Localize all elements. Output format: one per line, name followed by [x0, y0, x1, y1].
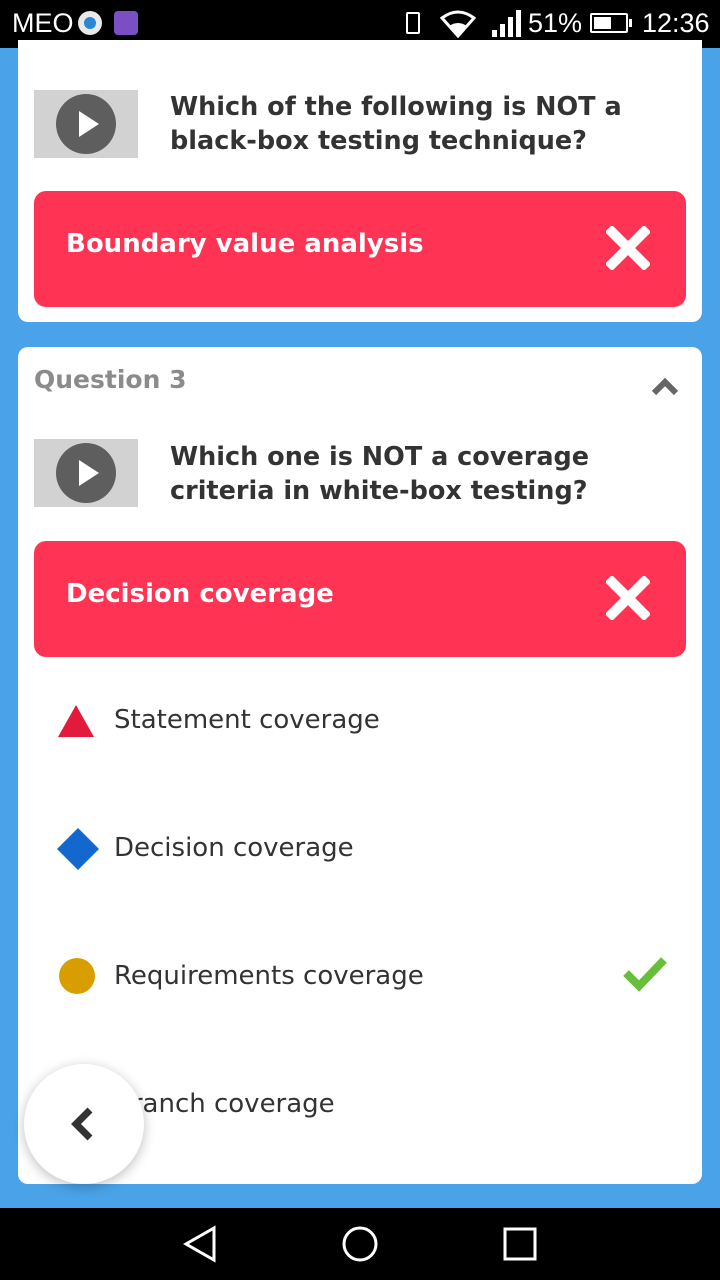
vibrate-icon	[406, 12, 420, 34]
app-notification-icon	[114, 11, 138, 35]
answer-option: Decision coverage	[48, 819, 678, 879]
answer-option: Statement coverage	[48, 691, 678, 751]
back-button[interactable]	[24, 1064, 144, 1184]
carrier-name: MEO	[12, 8, 74, 38]
circle-icon	[59, 958, 95, 994]
user-answer-text: Decision coverage	[66, 579, 334, 609]
clock: 12:36	[642, 8, 710, 38]
question-number-label: Question 3	[34, 365, 187, 394]
question-text: Which of the following is NOT a black-bo…	[170, 92, 622, 156]
triangle-icon	[58, 705, 94, 737]
navigation-bar	[0, 1208, 720, 1280]
battery-percentage: 51%	[528, 8, 583, 38]
app-notification-icon	[78, 11, 102, 35]
play-icon[interactable]	[56, 94, 116, 154]
nav-recents-icon[interactable]	[500, 1224, 540, 1264]
answer-option: Requirements coverage	[48, 947, 678, 1007]
chevron-left-icon	[71, 1107, 93, 1141]
question-media[interactable]	[34, 90, 138, 158]
play-icon[interactable]	[56, 443, 116, 503]
user-answer-box: Boundary value analysis	[34, 191, 686, 307]
wrong-x-icon	[606, 226, 650, 270]
option-label: Statement coverage	[114, 705, 380, 735]
nav-back-icon[interactable]	[180, 1224, 220, 1264]
question-text: Which one is NOT a coverage criteria in …	[170, 442, 590, 506]
wifi-icon	[440, 10, 476, 38]
question-card: Which of the following is NOT a black-bo…	[18, 40, 702, 322]
chevron-up-icon[interactable]	[650, 375, 680, 397]
option-label: Branch coverage	[114, 1089, 335, 1119]
question-card: Question 3 Which one is NOT a coverage c…	[18, 347, 702, 1184]
checkmark-icon	[623, 957, 667, 992]
battery-icon	[590, 13, 632, 33]
diamond-icon	[57, 828, 99, 870]
user-answer-box: Decision coverage	[34, 541, 686, 657]
user-answer-text: Boundary value analysis	[66, 229, 424, 259]
option-label: Decision coverage	[114, 833, 354, 863]
wrong-x-icon	[606, 576, 650, 620]
nav-home-icon[interactable]	[340, 1224, 380, 1264]
signal-icon	[492, 10, 521, 37]
question-media[interactable]	[34, 439, 138, 507]
option-label: Requirements coverage	[114, 961, 424, 991]
